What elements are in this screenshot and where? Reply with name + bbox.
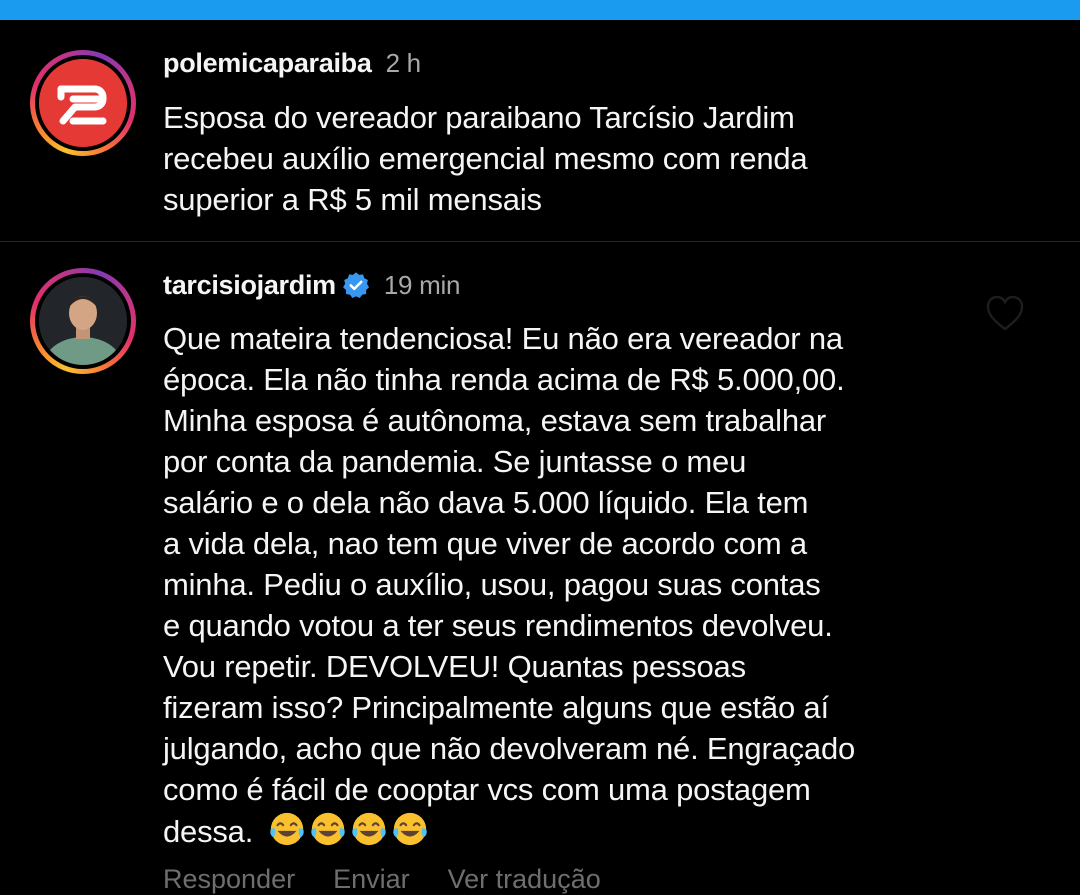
- comment-line: e quando votou a ter seus rendimentos de…: [163, 608, 833, 643]
- post-caption-text: Esposa do vereador paraibano Tarcísio Ja…: [163, 97, 963, 220]
- comment-line: época. Ela não tinha renda acima de R$ 5…: [163, 362, 845, 397]
- status-strip: [0, 0, 1080, 20]
- comment-line: salário e o dela não dava 5.000 líquido.…: [163, 485, 809, 520]
- face-with-tears-of-joy-icon: [310, 812, 345, 846]
- post-caption-line: superior a R$ 5 mil mensais: [163, 182, 542, 217]
- reply-button[interactable]: Responder: [163, 864, 295, 894]
- verified-badge-icon: [342, 272, 369, 298]
- face-with-tears-of-joy-icon: [351, 812, 386, 846]
- comment-line: como é fácil de cooptar vcs com uma post…: [163, 772, 811, 807]
- post-caption: polemicaparaiba 2 h Esposa do vereador pa…: [0, 20, 1080, 242]
- post-username-line: polemicaparaiba 2 h: [163, 48, 421, 79]
- comment-actions: Responder Enviar Ver tradução: [163, 864, 639, 895]
- comment-line: a vida dela, nao tem que viver de acordo…: [163, 526, 807, 561]
- face-with-tears-of-joy-icon: [392, 812, 427, 846]
- post-caption-line: recebeu auxílio emergencial mesmo com re…: [163, 141, 808, 176]
- post-username[interactable]: polemicaparaiba: [163, 48, 372, 78]
- post-caption-line: Esposa do vereador paraibano Tarcísio Ja…: [163, 100, 795, 135]
- profile-photo-icon: [39, 277, 127, 365]
- comment-last-line: dessa.: [163, 810, 963, 858]
- comment-text: Que mateira tendenciosa! Eu não era vere…: [163, 318, 963, 858]
- comment-line: fizeram isso? Principalmente alguns que …: [163, 690, 829, 725]
- comment-line: Que mateira tendenciosa! Eu não era vere…: [163, 321, 843, 356]
- polemicaparaiba-logo-icon: [39, 59, 127, 147]
- comment-line: julgando, acho que não devolveram né. En…: [163, 731, 856, 766]
- avatar-tarcisiojardim[interactable]: [30, 268, 136, 374]
- comment-line: Minha esposa é autônoma, estava sem trab…: [163, 403, 827, 438]
- comment-line: dessa.: [163, 814, 254, 849]
- face-with-tears-of-joy-icon: [269, 812, 304, 846]
- avatar-polemicaparaiba[interactable]: [30, 50, 136, 156]
- like-heart-icon[interactable]: [985, 294, 1025, 332]
- comment-line: por conta da pandemia. Se juntasse o meu: [163, 444, 747, 479]
- comment-username[interactable]: tarcisiojardim: [163, 270, 336, 300]
- comment-line: minha. Pediu o auxílio, usou, pagou suas…: [163, 567, 821, 602]
- comment-username-line: tarcisiojardim 19 min: [163, 270, 460, 301]
- comment-line: Vou repetir. DEVOLVEU! Quantas pessoas: [163, 649, 746, 684]
- comment-timestamp: 19 min: [383, 270, 461, 300]
- emoji-row: [268, 810, 432, 858]
- translate-button[interactable]: Ver tradução: [448, 864, 601, 894]
- send-button[interactable]: Enviar: [333, 864, 410, 894]
- post-timestamp: 2 h: [385, 48, 422, 78]
- comment: tarcisiojardim 19 min Que mateira tenden…: [0, 242, 1080, 894]
